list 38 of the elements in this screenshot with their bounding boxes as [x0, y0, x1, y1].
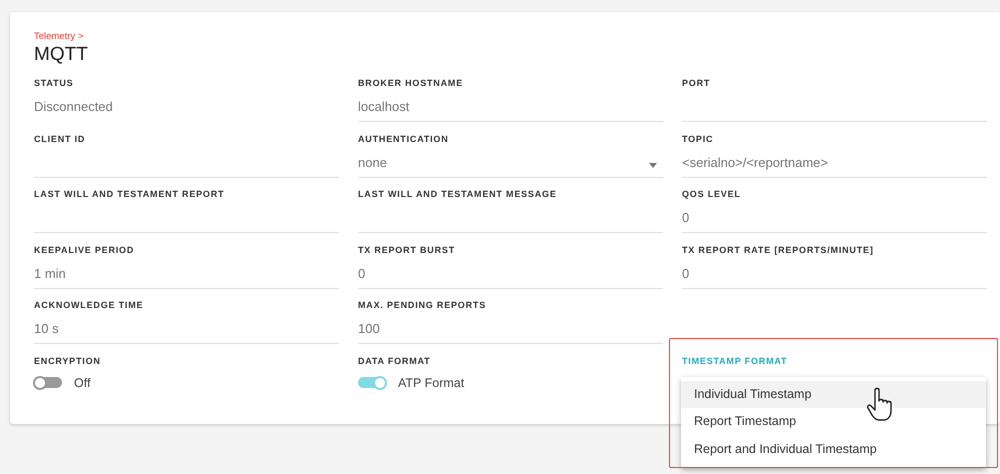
- menu-option[interactable]: Report and Individual Timestamp: [681, 436, 986, 463]
- menu-option[interactable]: Individual Timestamp: [681, 380, 986, 408]
- input-field[interactable]: 0: [682, 203, 987, 233]
- toggle-label: Off: [74, 376, 90, 390]
- field-label: CLIENT ID: [34, 132, 86, 144]
- input-field[interactable]: 10 s: [34, 314, 339, 344]
- menu-option[interactable]: Report Timestamp: [681, 408, 986, 436]
- field-label: BROKER HOSTNAME: [358, 77, 464, 89]
- field-label: TOPIC: [682, 132, 714, 144]
- toggle-switch[interactable]: [34, 377, 62, 388]
- input-field[interactable]: 0: [358, 258, 663, 288]
- status-value: Disconnected: [34, 98, 113, 116]
- breadcrumb-link[interactable]: Telemetry >: [34, 31, 84, 43]
- toggle-label: ATP Format: [398, 376, 464, 390]
- field-label: TX REPORT RATE [REPORTS/MINUTE]: [682, 244, 874, 256]
- field-label: MAX. PENDING REPORTS: [358, 299, 486, 311]
- field-label: TX REPORT BURST: [358, 244, 456, 256]
- field-label: DATA FORMAT: [358, 354, 430, 366]
- select-field[interactable]: none: [358, 148, 663, 178]
- field-label: LAST WILL AND TESTAMENT REPORT: [34, 188, 224, 200]
- field-label: ACKNOWLEDGE TIME: [34, 299, 144, 311]
- input-field[interactable]: 1 min: [34, 258, 339, 288]
- input-field[interactable]: <serialno>/<reportname>: [682, 148, 987, 178]
- field-label: LAST WILL AND TESTAMENT MESSAGE: [358, 188, 557, 200]
- field-label: TIMESTAMP FORMAT: [682, 354, 788, 366]
- field-label: KEEPALIVE PERIOD: [34, 244, 134, 256]
- hand-cursor-icon: [866, 386, 894, 420]
- field-label: AUTHENTICATION: [358, 132, 449, 144]
- field-label: STATUS: [34, 77, 74, 89]
- input-field[interactable]: localhost: [358, 92, 663, 122]
- field-label: QOS LEVEL: [682, 188, 741, 200]
- field-label: PORT: [682, 77, 710, 89]
- field-label: ENCRYPTION: [34, 354, 101, 366]
- toggle-switch[interactable]: [358, 377, 386, 388]
- page-title: MQTT: [34, 44, 88, 66]
- input-field[interactable]: 100: [358, 314, 663, 344]
- input-field[interactable]: 0: [682, 258, 987, 288]
- caret-icon: [649, 162, 657, 168]
